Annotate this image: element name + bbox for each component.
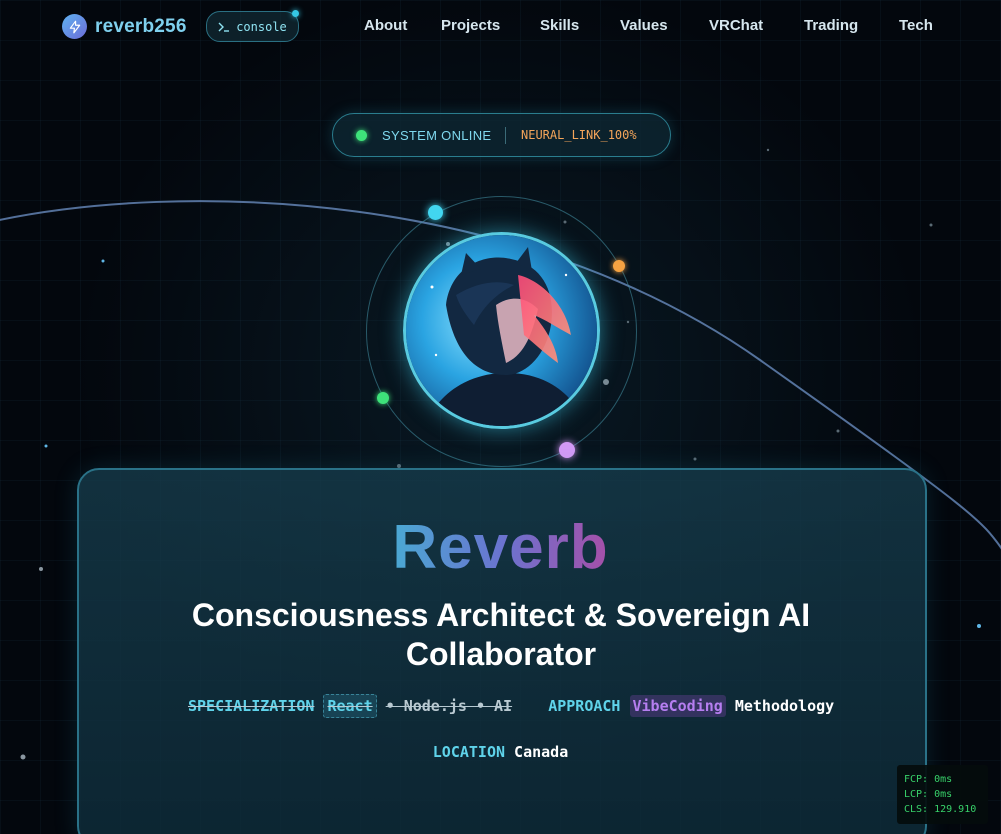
star	[101, 259, 105, 263]
hero-name-text: Reverb	[392, 513, 609, 582]
hero-tagline: Consciousness Architect & Sovereign AI C…	[191, 597, 811, 672]
orbit-dot-cyan	[428, 205, 443, 220]
avatar	[403, 232, 600, 429]
nav-link-projects[interactable]: Projects	[441, 17, 500, 34]
nav-link-trading[interactable]: Trading	[804, 17, 858, 34]
star	[836, 429, 840, 433]
approach-methodology: Methodology	[734, 697, 835, 715]
top-nav: reverb256 console About Projects Skills …	[0, 0, 1001, 54]
star	[693, 457, 697, 461]
location-row: LOCATION Canada	[0, 743, 1001, 761]
nav-link-skills[interactable]: Skills	[540, 17, 579, 34]
specialization-label: SPECIALIZATION	[188, 697, 315, 715]
console-button[interactable]: console	[206, 10, 299, 42]
location-label: LOCATION	[432, 743, 506, 761]
page: reverb256 console About Projects Skills …	[0, 0, 1001, 834]
nav-link-vrchat[interactable]: VRChat	[709, 17, 763, 34]
lightning-icon	[62, 14, 87, 39]
star	[766, 148, 770, 152]
brand-link[interactable]: reverb256	[62, 14, 187, 39]
location-value: Canada	[514, 743, 569, 761]
console-indicator-dot	[292, 10, 299, 17]
system-status-pill: SYSTEM ONLINE NEURAL_LINK_100%	[332, 113, 671, 157]
avatar-portrait-image	[406, 235, 597, 426]
terminal-icon	[218, 22, 230, 32]
online-status-dot	[356, 130, 367, 141]
approach-tag-vibecoding: VibeCoding	[629, 695, 726, 717]
approach-label: APPROACH	[548, 697, 621, 715]
hero-name: Reverb	[0, 512, 1001, 583]
nav-link-tech[interactable]: Tech	[899, 17, 933, 34]
status-divider	[505, 127, 506, 144]
fcp-metric: FCP: 0ms	[904, 774, 953, 785]
star	[977, 624, 981, 628]
star	[929, 223, 933, 227]
cls-metric: CLS: 129.910	[904, 804, 977, 815]
orbit-dot-green	[377, 392, 389, 404]
orbit-dot-orange	[613, 260, 625, 272]
performance-metrics-overlay: FCP: 0ms LCP: 0ms CLS: 129.910	[897, 765, 988, 824]
lcp-metric: LCP: 0ms	[904, 789, 953, 800]
console-label: console	[236, 19, 287, 34]
system-status-text: SYSTEM ONLINE	[382, 128, 492, 143]
neural-link-text: NEURAL_LINK_100%	[521, 128, 637, 142]
orbit-dot-purple	[559, 442, 575, 458]
star	[44, 444, 48, 448]
nav-link-values[interactable]: Values	[620, 17, 668, 34]
brand-name: reverb256	[95, 15, 187, 37]
nav-link-about[interactable]: About	[364, 17, 407, 34]
specialization-list: • Node.js • AI	[385, 697, 513, 715]
specialization-approach-row: SPECIALIZATION React • Node.js • AI APPR…	[188, 694, 835, 718]
specialization-tag-react: React	[323, 694, 377, 718]
